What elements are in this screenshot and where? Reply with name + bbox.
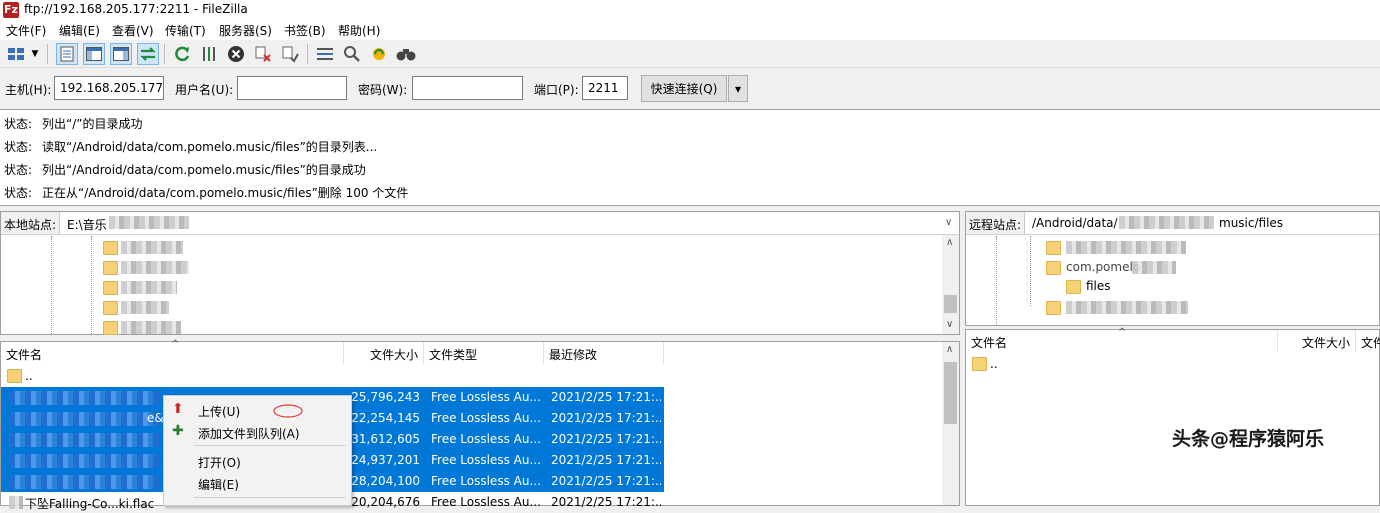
menu-transfer[interactable]: 传输(T) [165, 22, 206, 39]
username-label: 用户名(U): [175, 83, 234, 97]
site-manager-icon[interactable] [5, 43, 27, 65]
column-filetype[interactable]: 文件类型 [424, 342, 544, 364]
column-filename[interactable]: 文件名 [966, 330, 1278, 352]
search-files-icon[interactable] [395, 43, 417, 65]
toggle-remote-tree-icon[interactable] [110, 43, 132, 65]
watermark: 头条@程序猿阿乐 [1172, 428, 1325, 450]
menu-file[interactable]: 文件(F) [6, 22, 46, 39]
toggle-log-icon[interactable] [56, 43, 78, 65]
folder-icon [103, 320, 118, 335]
remote-site-label: 远程站点: [966, 212, 1026, 234]
folder-icon [972, 356, 987, 371]
filezilla-logo-icon: Fz [3, 2, 19, 18]
host-input[interactable]: 192.168.205.177 [54, 76, 164, 100]
toggle-transfer-queue-icon[interactable] [137, 43, 159, 65]
cancel-icon[interactable] [225, 43, 247, 65]
menu-item-open[interactable]: 打开(O) [164, 450, 351, 472]
process-queue-icon[interactable] [198, 43, 220, 65]
tree-item-com-pomelo[interactable]: com.pomelo [1066, 260, 1140, 274]
log-line: 状态: 正在从“/Android/data/com.pomelo.music/fi… [4, 186, 409, 200]
directory-filter-icon[interactable] [314, 43, 336, 65]
column-filesize[interactable]: 文件大小 [344, 342, 424, 364]
disconnect-icon[interactable] [252, 43, 274, 65]
username-input[interactable] [237, 76, 347, 100]
folder-icon [103, 260, 118, 275]
folder-icon [1046, 300, 1061, 315]
column-filename[interactable]: 文件名 [1, 342, 344, 364]
menu-bar: 文件(F) 编辑(E) 查看(V) 传输(T) 服务器(S) 书签(B) 帮助(… [0, 20, 1380, 40]
toggle-local-tree-icon[interactable] [83, 43, 105, 65]
message-log: 状态: 列出“/”的目录成功 状态: 读取“/Android/data/com.po… [0, 109, 1380, 206]
quickconnect-history-dropdown[interactable]: ▾ [728, 75, 748, 102]
local-tree-pane: 本地站点: E:\音乐 ∨ ∧ ∨ [0, 211, 960, 335]
hand-drawn-circle-annotation [273, 404, 303, 418]
folder-icon [103, 280, 118, 295]
folder-icon [1046, 260, 1061, 275]
tree-item-files[interactable]: files [1086, 279, 1111, 293]
menu-bookmarks[interactable]: 书签(B) [284, 22, 326, 39]
log-line: 状态: 列出“/”的目录成功 [4, 117, 143, 131]
menu-view[interactable]: 查看(V) [112, 22, 154, 39]
menu-item-add-to-queue[interactable]: ✚ 添加文件到队列(A) [164, 421, 351, 443]
local-site-label: 本地站点: [1, 212, 61, 234]
parent-dir-row[interactable]: .. [1, 366, 664, 387]
menu-edit[interactable]: 编辑(E) [59, 22, 100, 39]
remote-path-end[interactable]: music/files [1216, 212, 1286, 234]
parent-dir-row[interactable]: .. [966, 354, 1379, 375]
password-input[interactable] [412, 76, 523, 100]
local-path-input[interactable]: E:\音乐 [64, 212, 110, 234]
port-label: 端口(P): [534, 83, 579, 97]
column-modified[interactable]: 最近修改 [544, 342, 664, 364]
remote-path-start[interactable]: /Android/data/ [1029, 212, 1121, 234]
log-line: 状态: 列出“/Android/data/com.pomelo.music/fil… [4, 163, 366, 177]
chevron-down-icon[interactable]: ∨ [945, 217, 952, 228]
folder-icon [103, 240, 118, 255]
compare-directories-icon[interactable] [341, 43, 363, 65]
menu-item-edit[interactable]: 编辑(E) [164, 472, 351, 494]
upload-arrow-icon: ⬆ [172, 401, 184, 417]
reconnect-icon[interactable] [279, 43, 301, 65]
host-label: 主机(H): [5, 83, 52, 97]
local-file-list: ^ 文件名 文件大小 文件类型 最近修改 .. 25,796,243 Free … [0, 339, 960, 511]
sync-browse-icon[interactable] [368, 43, 390, 65]
dropdown-arrow-icon[interactable]: ▼ [28, 43, 42, 65]
quickconnect-button[interactable]: 快速连接(Q) [641, 75, 727, 102]
column-filesize[interactable]: 文件大小 [1278, 330, 1356, 352]
quickconnect-bar: 主机(H): 192.168.205.177 用户名(U): 密码(W): 端口… [0, 70, 1380, 108]
local-tree-scrollbar[interactable]: ∧ ∨ [942, 235, 959, 334]
toolbar: ▼ [0, 40, 1380, 68]
menu-server[interactable]: 服务器(S) [219, 22, 272, 39]
folder-icon [1066, 279, 1081, 294]
menu-item-upload[interactable]: ⬆ 上传(U) [164, 399, 351, 421]
remote-tree-pane: 远程站点: /Android/data/ music/files com.pom… [965, 211, 1380, 326]
menu-help[interactable]: 帮助(H) [338, 22, 380, 39]
add-to-queue-icon: ✚ [172, 423, 184, 439]
column-filetype[interactable]: 文件类 [1356, 330, 1380, 352]
folder-icon [103, 300, 118, 315]
remote-file-list: ^ 文件名 文件大小 文件类 .. [965, 327, 1380, 506]
password-label: 密码(W): [358, 83, 408, 97]
port-input[interactable]: 2211 [582, 76, 628, 100]
window-title: ftp://192.168.205.177:2211 - FileZilla [24, 2, 248, 16]
context-menu: ⬆ 上传(U) ✚ 添加文件到队列(A) 打开(O) 编辑(E) [163, 395, 352, 506]
folder-icon [7, 368, 22, 383]
refresh-icon[interactable] [171, 43, 193, 65]
log-line: 状态: 读取“/Android/data/com.pomelo.music/fil… [4, 140, 378, 154]
title-bar: Fz ftp://192.168.205.177:2211 - FileZill… [0, 0, 1380, 20]
local-list-scrollbar[interactable]: ∧ [942, 342, 959, 505]
folder-icon [1046, 240, 1061, 255]
